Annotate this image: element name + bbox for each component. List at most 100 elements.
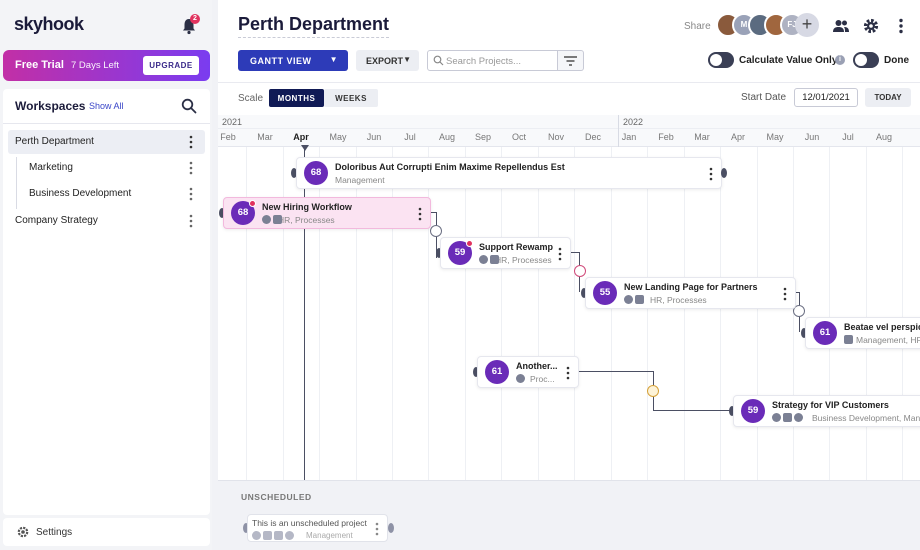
money-icon bbox=[624, 295, 633, 304]
task-card[interactable]: 68 Doloribus Aut Corrupti Enim Maxime Re… bbox=[296, 157, 722, 189]
dependency-badge-icon[interactable] bbox=[430, 225, 442, 237]
logo-bar: skyhook 2 bbox=[0, 0, 212, 48]
kebab-icon[interactable] bbox=[189, 214, 193, 228]
task-title: Doloribus Aut Corrupti Enim Maxime Repel… bbox=[335, 162, 565, 172]
start-date-input[interactable]: 12/01/2021 bbox=[794, 88, 858, 107]
money-icon bbox=[252, 531, 261, 540]
kebab-icon[interactable] bbox=[566, 366, 570, 380]
calendar-icon bbox=[783, 413, 792, 422]
toggle-knob bbox=[855, 54, 867, 66]
task-card[interactable]: 68 New Hiring Workflow HR, Processes bbox=[223, 197, 431, 229]
task-number-badge: 55 bbox=[593, 281, 617, 305]
month-label: Dec bbox=[584, 132, 601, 142]
money-icon bbox=[262, 215, 271, 224]
year-header: 2021 2022 bbox=[218, 115, 920, 129]
grid-line bbox=[866, 147, 867, 480]
task-card[interactable]: 55 New Landing Page for Partners HR, Pro… bbox=[585, 277, 796, 309]
info-icon[interactable]: i bbox=[835, 55, 845, 65]
search-icon[interactable] bbox=[181, 98, 197, 114]
kebab-icon[interactable] bbox=[189, 135, 193, 149]
month-label: May bbox=[329, 132, 347, 142]
unscheduled-task-card[interactable]: This is an unscheduled project Managemen… bbox=[247, 514, 388, 542]
today-button[interactable]: TODAY bbox=[865, 88, 911, 107]
dependency-badge-icon[interactable] bbox=[647, 385, 659, 397]
task-title: Support Rewamp bbox=[479, 242, 554, 252]
task-card[interactable]: 59 Strategy for VIP Customers Business D… bbox=[733, 395, 920, 427]
kebab-icon[interactable] bbox=[375, 522, 379, 536]
sidebar: skyhook 2 Free Trial 7 Days Left UPGRADE… bbox=[0, 0, 212, 550]
kebab-icon[interactable] bbox=[709, 167, 713, 181]
gantt-view-label: GANTT VIEW bbox=[250, 55, 312, 66]
app-logo[interactable]: skyhook bbox=[14, 14, 84, 35]
start-date-label: Start Date bbox=[741, 92, 787, 103]
workspace-item-perth[interactable]: Perth Department bbox=[8, 130, 205, 154]
settings-link[interactable]: Settings bbox=[3, 518, 210, 546]
year-label: 2022 bbox=[623, 117, 644, 127]
kebab-icon[interactable] bbox=[558, 247, 562, 261]
task-number-badge: 59 bbox=[741, 399, 765, 423]
calendar-icon bbox=[844, 335, 853, 344]
chevron-down-icon: ▼ bbox=[403, 55, 411, 64]
scale-label: Scale bbox=[238, 93, 264, 104]
calculate-value-toggle[interactable] bbox=[708, 52, 734, 68]
unscheduled-label: UNSCHEDULED bbox=[241, 492, 312, 502]
drag-handle[interactable] bbox=[721, 168, 727, 178]
task-subtitle: HR, Processes bbox=[650, 295, 707, 305]
gantt-chart: 2021 2022 Feb Mar Apr May Jun Jul Aug Se… bbox=[218, 115, 920, 480]
workspace-item-business-development[interactable]: Business Development bbox=[8, 182, 205, 206]
task-card[interactable]: 61 Beatae vel perspiciatis Management, H… bbox=[805, 317, 920, 349]
kebab-icon[interactable] bbox=[189, 187, 193, 201]
done-toggle[interactable] bbox=[853, 52, 879, 68]
scale-months-button[interactable]: MONTHS bbox=[269, 89, 324, 107]
meta-icons bbox=[252, 531, 294, 540]
search-input[interactable] bbox=[446, 54, 554, 68]
calculate-value-label: Calculate Value Only bbox=[739, 55, 838, 66]
workspaces-panel: Workspaces Show All Perth Department Mar… bbox=[3, 89, 210, 515]
chevron-down-icon: ▼ bbox=[329, 55, 338, 64]
alert-dot bbox=[249, 200, 256, 207]
task-title: New Hiring Workflow bbox=[262, 202, 352, 212]
month-label: Mar bbox=[694, 132, 710, 142]
add-user-button[interactable]: + bbox=[795, 13, 819, 37]
share-label: Share bbox=[684, 21, 711, 32]
show-all-link[interactable]: Show All bbox=[89, 101, 124, 111]
upgrade-button[interactable]: UPGRADE bbox=[143, 56, 199, 75]
page-title[interactable]: Perth Department bbox=[238, 14, 390, 38]
users-icon[interactable] bbox=[832, 17, 850, 35]
workspace-item-marketing[interactable]: Marketing bbox=[8, 156, 205, 180]
kebab-icon[interactable] bbox=[189, 161, 193, 175]
gear-icon bbox=[17, 526, 29, 538]
kebab-icon[interactable] bbox=[783, 287, 787, 301]
workspace-label: Perth Department bbox=[15, 136, 94, 147]
month-label: Feb bbox=[658, 132, 674, 142]
meta-icons bbox=[624, 295, 644, 305]
month-label: Jul bbox=[404, 132, 416, 142]
money-icon bbox=[772, 413, 781, 422]
filter-button[interactable] bbox=[558, 50, 584, 71]
month-header: Feb Mar Apr May Jun Jul Aug Sep Oct Nov … bbox=[218, 129, 920, 147]
today-marker bbox=[301, 145, 309, 151]
scale-weeks-button[interactable]: WEEKS bbox=[324, 89, 378, 107]
month-label: Aug bbox=[438, 132, 455, 142]
workspace-label: Business Development bbox=[29, 188, 132, 199]
workspaces-title: Workspaces bbox=[15, 99, 86, 113]
dependency-badge-icon[interactable] bbox=[574, 265, 586, 277]
task-card[interactable]: 59 Support Rewamp HR, Processes bbox=[440, 237, 571, 269]
workspace-label: Marketing bbox=[29, 162, 73, 173]
grid-line bbox=[757, 147, 758, 480]
drag-handle[interactable] bbox=[388, 523, 394, 533]
money-icon bbox=[479, 255, 488, 264]
gear-icon[interactable] bbox=[862, 17, 880, 35]
task-card[interactable]: 61 Another... Proc... bbox=[477, 356, 579, 388]
workspace-item-company-strategy[interactable]: Company Strategy bbox=[8, 209, 205, 233]
export-dropdown[interactable]: EXPORT ▼ bbox=[356, 50, 419, 71]
task-subtitle: HR, Processes bbox=[495, 255, 552, 265]
kebab-icon[interactable] bbox=[418, 207, 422, 221]
task-title: New Landing Page for Partners bbox=[624, 282, 758, 292]
task-number-badge: 61 bbox=[485, 360, 509, 384]
gantt-view-dropdown[interactable]: GANTT VIEW ▼ bbox=[238, 50, 348, 71]
task-subtitle: HR, Processes bbox=[278, 215, 335, 225]
dependency-connector bbox=[571, 252, 579, 253]
settings-label: Settings bbox=[36, 527, 73, 538]
more-vertical-icon[interactable] bbox=[892, 17, 910, 35]
